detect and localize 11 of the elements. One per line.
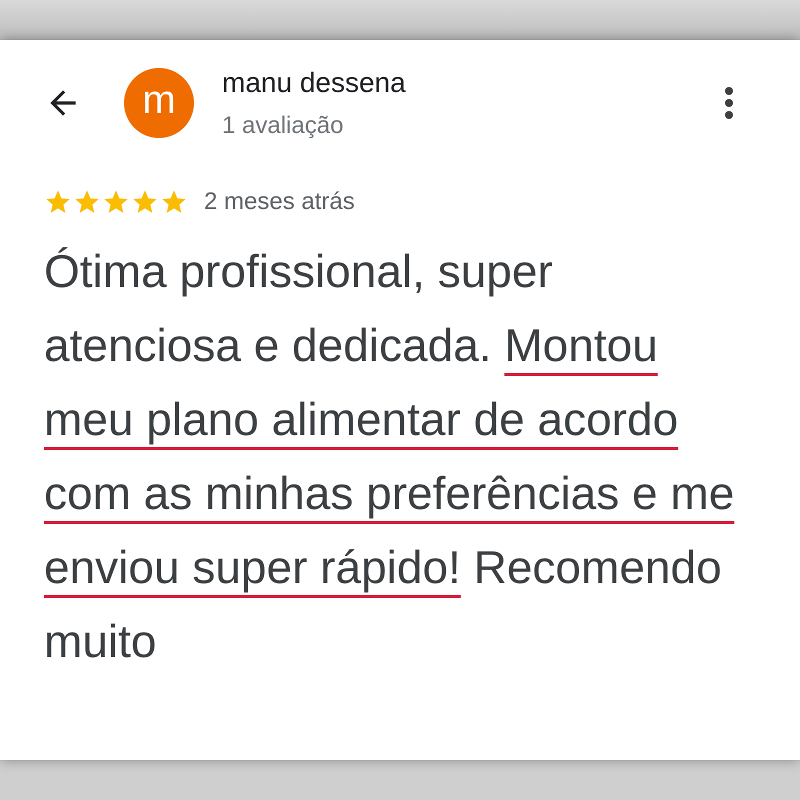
review-time: 2 meses atrás [204,187,355,217]
review-text: Ótima profissional, super atenciosa e dedicada. Montou meu plano alimentar de acordo com as minhas preferências e me enviou super rápido! Recomendo muito [44,244,736,669]
avatar: m [124,68,194,138]
more-options-icon[interactable] [724,87,734,119]
star-icon [102,188,130,216]
star-icon [131,188,159,216]
reviewer-name: manu dessena [222,66,407,100]
star-icon [73,188,101,216]
star-icon [44,188,72,216]
star-icon [160,188,188,216]
review-count: 1 avaliação [222,111,344,141]
